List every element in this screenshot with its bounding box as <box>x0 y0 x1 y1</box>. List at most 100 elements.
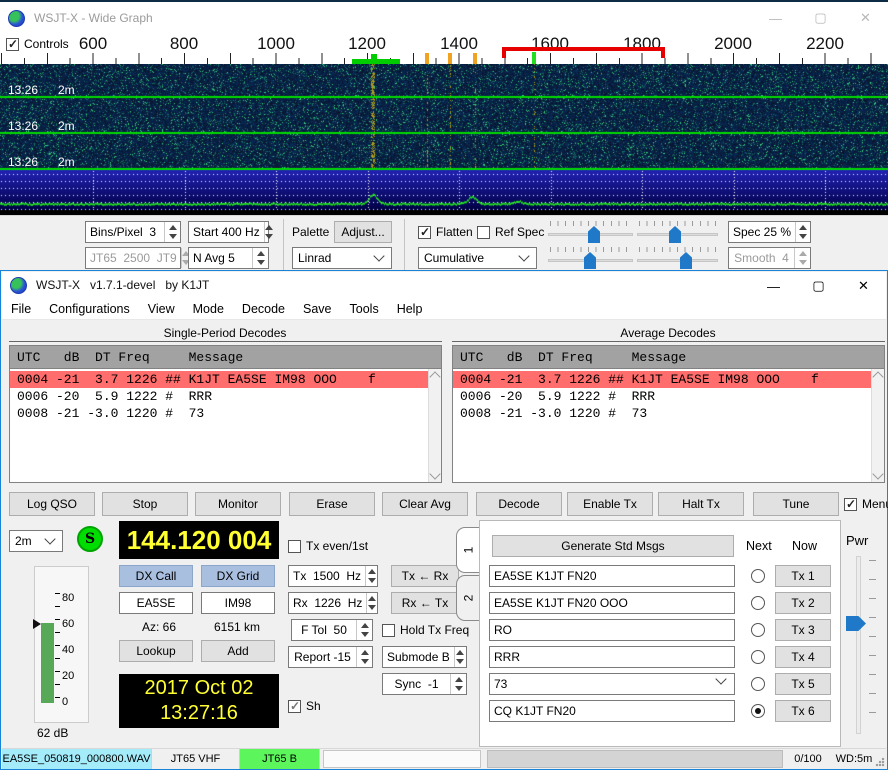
menus-checkbox[interactable]: Menus <box>844 497 888 511</box>
report-spinner[interactable]: Report -15 <box>288 646 373 668</box>
decode-row[interactable]: 0006 -20 5.9 1222 # RRR <box>453 388 871 405</box>
band-select[interactable]: 2m <box>9 530 63 552</box>
scrollbar[interactable] <box>871 369 884 482</box>
rx-from-tx-button[interactable]: Rx ← Tx <box>391 592 459 614</box>
hold-tx-freq-checkbox-box[interactable] <box>382 624 395 637</box>
dx-call-button[interactable]: DX Call <box>119 565 193 587</box>
tx5-message-combo[interactable] <box>489 673 735 695</box>
tx1-next-radio[interactable] <box>751 569 765 583</box>
tx-even-checkbox-box[interactable] <box>288 540 301 553</box>
display-mode-select[interactable]: Cumulative <box>418 247 537 269</box>
palette-adjust-button[interactable]: Adjust... <box>334 221 392 243</box>
dx-call-field[interactable]: EA5SE <box>119 592 193 614</box>
tx3-next-radio[interactable] <box>751 623 765 637</box>
pwr-slider-handle[interactable] <box>846 616 866 631</box>
stop-button[interactable]: Stop <box>102 492 188 516</box>
ref-spec-checkbox-box[interactable] <box>477 226 490 239</box>
maximize-icon[interactable]: ▢ <box>798 4 843 32</box>
menu-configurations[interactable]: Configurations <box>40 302 139 316</box>
ref-spec-checkbox[interactable]: Ref Spec <box>477 225 544 239</box>
minimize-icon[interactable]: — <box>753 4 798 32</box>
lookup-button[interactable]: Lookup <box>119 640 193 662</box>
spinner-arrows-icon[interactable] <box>356 620 372 640</box>
gain-slider-1[interactable] <box>548 221 633 243</box>
tx4-now-button[interactable]: Tx 4 <box>775 646 831 668</box>
zero-slider-1[interactable] <box>637 221 718 243</box>
decode-button[interactable]: Decode <box>476 492 562 516</box>
menu-file[interactable]: File <box>2 302 40 316</box>
minimize-icon[interactable]: — <box>751 272 796 300</box>
decode-row[interactable]: 0004 -21 3.7 1226 ## K1JT EA5SE IM98 OOO… <box>10 371 428 388</box>
generate-std-msgs-button[interactable]: Generate Std Msgs <box>492 535 734 557</box>
tx1-now-button[interactable]: Tx 1 <box>775 565 831 587</box>
controls-checkbox-box[interactable] <box>6 38 19 51</box>
flatten-checkbox-box[interactable] <box>418 226 431 239</box>
frequency-scale[interactable]: Controls 600 800 1000 1200 1400 1600 180… <box>0 32 888 64</box>
sync-spinner[interactable]: Sync -1 <box>382 673 467 695</box>
decode-row[interactable]: 0004 -21 3.7 1226 ## K1JT EA5SE IM98 OOO… <box>453 371 871 388</box>
tx5-now-button[interactable]: Tx 5 <box>775 673 831 695</box>
close-icon[interactable]: ✕ <box>841 272 886 300</box>
spinner-arrows-icon[interactable] <box>264 222 273 242</box>
menu-decode[interactable]: Decode <box>233 302 294 316</box>
wide-graph-titlebar[interactable]: WSJT-X - Wide Graph — ▢ ✕ <box>0 4 888 32</box>
menus-checkbox-box[interactable] <box>844 498 857 511</box>
tx1-message-input[interactable] <box>489 565 735 587</box>
spinner-arrows-icon[interactable] <box>252 248 268 268</box>
maximize-icon[interactable]: ▢ <box>796 272 841 300</box>
spinner-arrows-icon[interactable] <box>450 674 466 694</box>
spec-percent-spinner[interactable]: Spec 25 % <box>728 221 811 243</box>
decode-row[interactable]: 0006 -20 5.9 1222 # RRR <box>10 388 428 405</box>
monitor-button[interactable]: Monitor <box>195 492 281 516</box>
tune-button[interactable]: Tune <box>753 492 839 516</box>
pwr-slider-groove[interactable] <box>856 556 861 734</box>
palette-select[interactable]: Linrad <box>292 247 392 269</box>
tx2-now-button[interactable]: Tx 2 <box>775 592 831 614</box>
dx-grid-button[interactable]: DX Grid <box>201 565 275 587</box>
tx-from-rx-button[interactable]: Tx ← Rx <box>391 565 459 587</box>
tx5-next-radio[interactable] <box>751 677 765 691</box>
spinner-arrows-icon[interactable] <box>356 647 372 667</box>
enable-tx-button[interactable]: Enable Tx <box>567 492 653 516</box>
halt-tx-button[interactable]: Halt Tx <box>658 492 744 516</box>
slider-handle[interactable] <box>680 252 692 269</box>
tx2-message-input[interactable] <box>489 592 735 614</box>
menu-mode[interactable]: Mode <box>184 302 233 316</box>
slider-handle[interactable] <box>669 226 681 243</box>
tab-1[interactable]: 1 <box>456 527 480 573</box>
log-qso-button[interactable]: Log QSO <box>9 492 95 516</box>
spinner-arrows-icon[interactable] <box>164 222 180 242</box>
menu-help[interactable]: Help <box>388 302 432 316</box>
slider-handle[interactable] <box>584 252 596 269</box>
tx-freq-spinner[interactable]: Tx 1500 Hz <box>288 565 378 587</box>
n-avg-spinner[interactable]: N Avg 5 <box>188 247 269 269</box>
controls-checkbox[interactable]: Controls <box>6 37 69 51</box>
scrollbar[interactable] <box>428 369 441 482</box>
spinner-arrows-icon[interactable] <box>365 566 377 586</box>
hold-tx-freq-checkbox[interactable]: Hold Tx Freq <box>382 623 469 637</box>
slider-handle[interactable] <box>588 226 600 243</box>
flatten-checkbox[interactable]: Flatten <box>418 225 473 239</box>
tx6-message-input[interactable] <box>489 700 735 722</box>
menu-save[interactable]: Save <box>294 302 341 316</box>
sh-checkbox-box[interactable] <box>288 700 301 713</box>
tx4-message-input[interactable] <box>489 646 735 668</box>
tx3-message-input[interactable] <box>489 619 735 641</box>
scroll-down-icon[interactable] <box>429 468 440 479</box>
menu-view[interactable]: View <box>139 302 184 316</box>
main-titlebar[interactable]: WSJT-X v1.7.1-devel by K1JT — ▢ ✕ <box>2 272 886 298</box>
clear-avg-button[interactable]: Clear Avg <box>382 492 468 516</box>
tx6-next-radio[interactable] <box>751 704 765 718</box>
spinner-arrows-icon[interactable] <box>795 222 810 242</box>
submode-spinner[interactable]: Submode B <box>382 646 467 668</box>
decode-row[interactable]: 0008 -21 -3.0 1220 # 73 <box>453 405 871 422</box>
scroll-up-icon[interactable] <box>872 371 883 382</box>
tx2-next-radio[interactable] <box>751 596 765 610</box>
scroll-down-icon[interactable] <box>872 468 883 479</box>
decode-row[interactable]: 0008 -21 -3.0 1220 # 73 <box>10 405 428 422</box>
close-icon[interactable]: ✕ <box>843 4 888 32</box>
f-tol-spinner[interactable]: F Tol 50 <box>291 619 373 641</box>
tx6-now-button[interactable]: Tx 6 <box>775 700 831 722</box>
erase-button[interactable]: Erase <box>289 492 375 516</box>
spinner-arrows-icon[interactable] <box>366 593 377 613</box>
